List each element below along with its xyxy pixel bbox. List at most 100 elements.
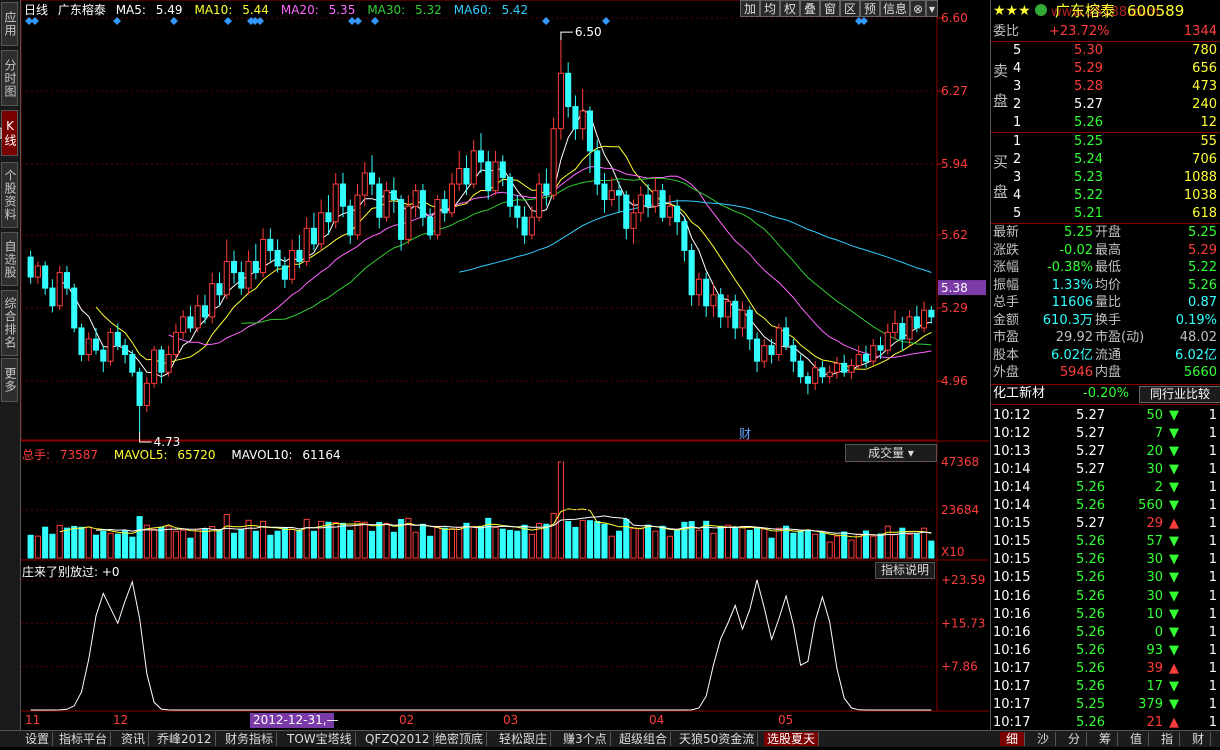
left-tab-timeshare[interactable]: 分时图 [1, 50, 18, 106]
left-tab-strip: 应用分时图 K线图个股资料自选股综合排名更多 [0, 0, 21, 730]
right-tab-6[interactable]: 财 [1186, 732, 1211, 746]
arrow-down-icon: ▼ [1169, 479, 1179, 495]
tick-row: 10:17 5.25 379 ▼ 1 [991, 696, 1220, 714]
ask-row[interactable]: 4 5.29 656 [991, 60, 1220, 78]
candle-body [710, 294, 717, 307]
bottom-tab-5[interactable]: TOW宝塔线 [284, 732, 356, 746]
bottom-tab-9[interactable]: 赚3个点 [560, 732, 611, 746]
right-tab-5[interactable]: 指 [1155, 732, 1180, 746]
tick-row: 10:14 5.27 30 ▼ 1 [991, 461, 1220, 479]
tick-price: 5.26 [1076, 642, 1105, 658]
bottom-tab-7[interactable]: 绝密顶底 [432, 732, 488, 746]
toolbar-button-5[interactable]: 区 [840, 0, 860, 17]
left-tab-watchlist[interactable]: 自选股 [1, 232, 18, 286]
right-tab-1[interactable]: 沙 [1031, 732, 1056, 746]
ask-level: 2 [1013, 97, 1022, 112]
tick-price: 5.27 [1076, 425, 1105, 441]
ask-price: 5.29 [1074, 61, 1103, 76]
candle [841, 354, 848, 377]
bottom-tab-8[interactable]: 轻松跟庄 [496, 732, 552, 746]
left-tab-rank[interactable]: 综合排名 [1, 290, 18, 356]
kline-chart-svg[interactable]: 6.606.275.945.625.294.965.386.504.73财473… [20, 0, 989, 730]
bottom-tab-2[interactable]: 资讯 [118, 732, 150, 746]
candle-body [594, 150, 601, 185]
ask-row[interactable]: 2 5.27 240 [991, 96, 1220, 114]
toolbar-button-7[interactable]: 信息 [880, 0, 910, 17]
compare-industry-button[interactable]: 同行业比较 [1139, 385, 1220, 403]
candle [180, 310, 187, 340]
ask-row[interactable]: 1 5.26 12 [991, 114, 1220, 132]
bottom-tab-0[interactable]: 设置 [22, 732, 54, 746]
candle-body [630, 212, 637, 229]
volume-indicator-selector[interactable]: 成交量 ▾ [845, 444, 937, 462]
indicator-legend: 庄来了别放过: +0 [22, 565, 120, 579]
candle [143, 376, 150, 413]
bid-row[interactable]: 2 5.24 706 [991, 151, 1220, 169]
candle [332, 172, 339, 229]
right-tab-4[interactable]: 值 [1124, 732, 1149, 746]
sector-name[interactable]: 化工新材 [993, 385, 1045, 403]
bottom-tab-12[interactable]: 选股夏天 [764, 732, 820, 746]
candle-body [223, 261, 230, 296]
right-tab-2[interactable]: 分 [1062, 732, 1087, 746]
left-tab-kline[interactable]: K线图 [0, 110, 18, 156]
ask-row[interactable]: 5 5.30 780 [991, 42, 1220, 60]
info-icon[interactable] [1035, 4, 1047, 16]
candle-body [347, 205, 354, 236]
tick-time: 10:15 [993, 552, 1031, 568]
toolbar-close-button[interactable]: ⊗ [910, 0, 926, 17]
candle-body [659, 190, 666, 218]
volume-bar [579, 519, 586, 559]
volume-bar [761, 528, 768, 559]
bid-price: 5.24 [1074, 152, 1103, 167]
bottom-tab-4[interactable]: 财务指标 [222, 732, 278, 746]
candle-body [289, 249, 296, 280]
volume-bar [753, 527, 761, 559]
candle [158, 345, 165, 384]
bid-row[interactable]: 3 5.23 1088 [991, 169, 1220, 187]
finance-report-marker[interactable]: 财 [739, 427, 751, 441]
bid-level: 1 [1013, 134, 1022, 149]
bottom-tab-6[interactable]: QFZQ2012 [362, 732, 434, 746]
stat-label: 换手 [1095, 312, 1122, 328]
toolbar-button-1[interactable]: 均 [760, 0, 780, 17]
candle-body [383, 190, 390, 218]
tick-volume: 20 [1146, 443, 1163, 459]
bottom-tab-3[interactable]: 乔峰2012 [154, 732, 216, 746]
toolbar-dropdown-button[interactable]: ▾ [926, 0, 938, 17]
bottom-tab-1[interactable]: 指标平台 [56, 732, 112, 746]
kline-chart-area[interactable]: 6.60 6.27 5.94 5.62 5.29 4.96 5.38 6.50 4.73 财 473… [20, 0, 989, 730]
ask-row[interactable]: 3 5.28 473 [991, 78, 1220, 96]
right-tab-0[interactable]: 细 [1000, 732, 1025, 746]
left-tab-more[interactable]: 更多 [1, 358, 18, 402]
toolbar-button-3[interactable]: 叠 [800, 0, 820, 17]
volume-bar [361, 521, 368, 559]
toolbar-button-0[interactable]: 加 [740, 0, 760, 17]
volume-bar [594, 521, 601, 559]
right-tab-3[interactable]: 筹 [1093, 732, 1118, 746]
tick-count: 1 [1208, 624, 1217, 640]
price-tick-label: 5.29 [941, 301, 968, 315]
candle [100, 345, 107, 373]
bottom-tab-10[interactable]: 超级组合 [616, 732, 672, 746]
left-tab-app[interactable]: 应用 [1, 2, 18, 46]
toolbar-button-4[interactable]: 窗 [820, 0, 840, 17]
left-tab-profile[interactable]: 个股资料 [1, 162, 18, 228]
candle-body [761, 345, 768, 362]
toolbar-button-2[interactable]: 权 [780, 0, 800, 17]
bottom-tab-11[interactable]: 天狼50资金流 [676, 732, 759, 746]
tick-time: 10:14 [993, 498, 1031, 513]
indicator-help-button[interactable]: 指标说明 [875, 562, 935, 579]
volume-bar [201, 528, 209, 559]
tick-price: 5.26 [1076, 479, 1105, 495]
candle-body [354, 194, 361, 236]
sector-change: -0.20% [1083, 385, 1129, 401]
volume-bar [216, 529, 223, 559]
bid-row[interactable]: 5 5.21 618 [991, 205, 1220, 223]
bid-row[interactable]: 1 5.25 55 [991, 133, 1220, 151]
candle-body [848, 365, 855, 373]
bid-row[interactable]: 4 5.22 1038 [991, 187, 1220, 205]
toolbar-button-6[interactable]: 预 [860, 0, 880, 17]
candle-body [100, 349, 107, 362]
volume-bar [390, 531, 397, 559]
